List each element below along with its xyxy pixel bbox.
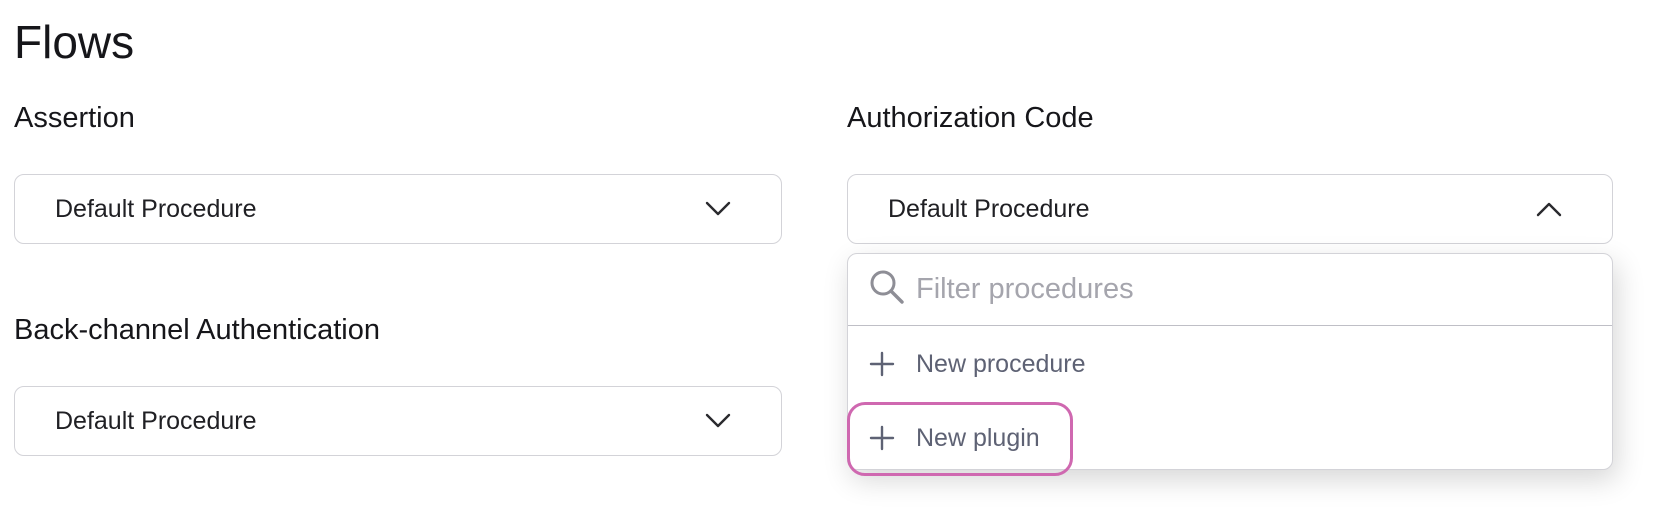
- chevron-up-icon: [1536, 196, 1562, 222]
- back-channel-label: Back-channel Authentication: [14, 314, 380, 346]
- page-title: Flows: [14, 16, 135, 68]
- assertion-select[interactable]: Default Procedure: [14, 174, 782, 244]
- assertion-select-value: Default Procedure: [55, 194, 257, 223]
- back-channel-select-value: Default Procedure: [55, 406, 257, 435]
- authorization-code-select-value: Default Procedure: [888, 194, 1090, 223]
- menu-item-label: New plugin: [916, 423, 1040, 452]
- search-icon: [868, 268, 906, 311]
- authorization-code-label: Authorization Code: [847, 102, 1094, 134]
- assertion-label: Assertion: [14, 102, 135, 134]
- chevron-down-icon: [705, 196, 731, 222]
- filter-row: [848, 254, 1612, 326]
- menu-item-new-procedure[interactable]: New procedure: [848, 334, 1612, 394]
- flows-page: Flows Assertion Default Procedure Back-c…: [0, 0, 1670, 518]
- authorization-code-select[interactable]: Default Procedure: [847, 174, 1613, 244]
- plus-icon: [868, 424, 896, 452]
- menu-item-new-plugin[interactable]: New plugin: [848, 408, 1612, 468]
- plus-icon: [868, 350, 896, 378]
- menu-item-label: New procedure: [916, 349, 1086, 378]
- procedure-dropdown: New procedure New plugin: [847, 253, 1613, 470]
- chevron-down-icon: [705, 408, 731, 434]
- back-channel-select[interactable]: Default Procedure: [14, 386, 782, 456]
- filter-procedures-input[interactable]: [916, 273, 1516, 306]
